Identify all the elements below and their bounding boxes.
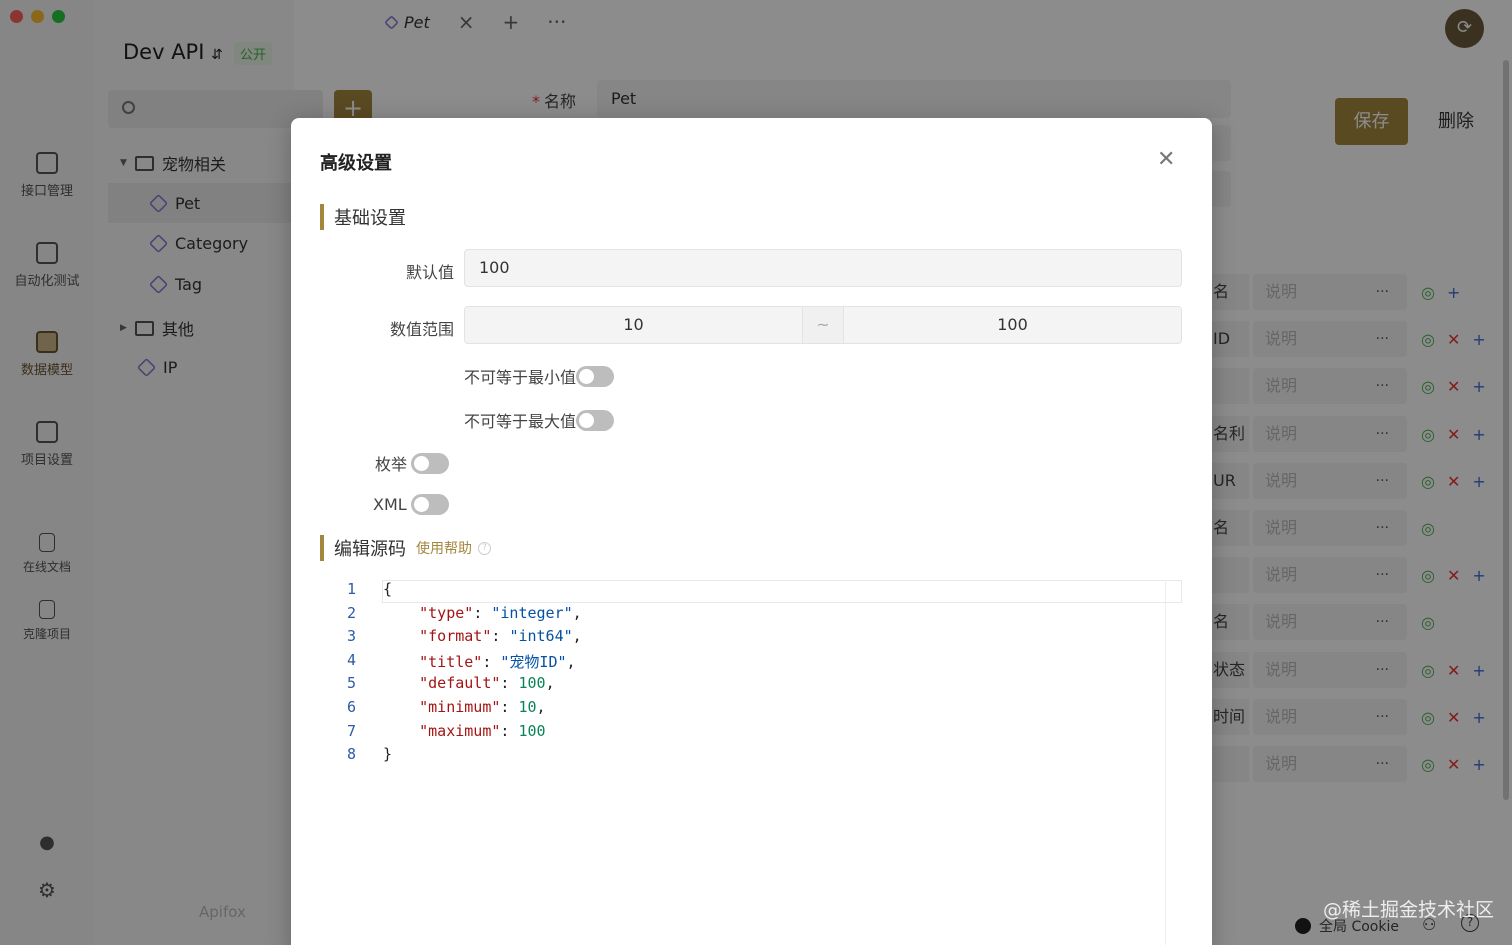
json-key: "minimum" [419,698,501,716]
enum-label: 枚举 [375,455,408,474]
json-punct [383,722,419,740]
exclusive-min-row: 不可等于最小值 [464,364,615,388]
line-number: 4 [346,650,356,669]
active-line-highlight [382,580,1182,603]
exclusive-max-label: 不可等于最大值 [464,412,577,431]
json-punct: : [500,698,519,716]
json-punct: : [473,603,492,622]
code-line: 3 "format": "int64", [320,627,582,651]
json-string: "宠物ID" [500,652,567,671]
json-punct: } [383,745,393,764]
code-editor[interactable]: 1{2 "type": "integer", 3 "format": "int64… [320,580,1182,945]
json-punct [383,698,419,716]
json-string: "int64" [509,627,573,646]
range-input: 10 ~ 100 [464,306,1182,344]
basic-settings-heading: 基础设置 [320,204,406,230]
range-min-input[interactable]: 10 [465,307,802,343]
json-punct: , [545,674,555,693]
json-key: "maximum" [419,721,501,740]
json-punct: , [572,627,582,646]
enum-row: 枚举 [375,451,450,475]
source-heading: 编辑源码 使用帮助 ? [320,535,491,561]
xml-toggle[interactable] [410,494,449,515]
line-number: 2 [346,603,356,622]
exclusive-max-row: 不可等于最大值 [464,408,615,432]
xml-label: XML [373,495,407,514]
default-value-label: 默认值 [405,263,454,282]
exclusive-min-toggle[interactable] [576,365,615,387]
section-title: 编辑源码 [334,539,406,560]
line-number: 8 [346,745,356,764]
xml-row: XML [373,494,449,515]
json-punct: , [572,603,582,622]
json-key: "type" [419,603,474,622]
json-punct [383,627,419,645]
section-accent-bar [320,535,324,561]
modal-title: 高级设置 [320,153,392,174]
json-string: "integer" [491,603,573,622]
json-punct: : [491,627,510,646]
range-label: 数值范围 [389,320,454,339]
json-punct: : [482,652,501,671]
json-number: 100 [518,674,546,693]
code-text: "minimum": 10, [383,698,546,722]
json-key: "title" [419,652,483,671]
code-line: 2 "type": "integer", [320,604,582,628]
code-text: "maximum": 100 [383,721,546,746]
json-key: "default" [419,674,501,693]
line-number: 6 [346,698,356,716]
json-punct [383,674,419,692]
code-line: 1{ [320,580,392,604]
question-icon[interactable]: ? [478,541,491,555]
advanced-settings-modal: 高级设置 ✕ 基础设置 默认值 100 数值范围 10 ~ 100 不可等于最小… [291,118,1212,945]
exclusive-min-label: 不可等于最小值 [464,368,577,387]
range-max-input[interactable]: 100 [844,307,1181,343]
code-text: "format": "int64", [383,627,582,651]
range-separator: ~ [802,307,844,343]
json-punct [383,653,419,671]
default-value-input[interactable]: 100 [464,249,1182,287]
code-line: 7 "maximum": 100 [320,722,546,746]
code-text: "type": "integer", [383,604,582,628]
code-line: 4 "title": "宠物ID", [320,651,576,675]
section-title: 基础设置 [334,208,406,229]
json-number: 10 [518,698,537,716]
json-punct [383,604,419,622]
json-punct: : [500,721,519,740]
exclusive-max-toggle[interactable] [576,409,615,431]
line-number: 1 [346,580,356,598]
json-number: 100 [518,721,546,740]
json-punct: : [500,674,519,693]
code-line: 5 "default": 100, [320,674,555,698]
code-text: "title": "宠物ID", [383,651,576,675]
line-number: 7 [346,721,356,740]
json-punct: { [383,580,393,598]
editor-ruler [1165,580,1166,945]
section-accent-bar [320,204,324,230]
help-link[interactable]: 使用帮助 [416,538,472,558]
line-number: 5 [346,674,356,693]
close-icon[interactable]: ✕ [1157,149,1175,171]
enum-toggle[interactable] [411,452,450,474]
json-punct: , [536,698,546,716]
line-number: 3 [346,627,356,646]
code-line: 8} [320,745,392,769]
watermark-text: @稀土掘金技术社区 [1323,899,1495,921]
json-key: "format" [419,627,492,646]
code-text: } [383,745,392,769]
code-text: { [383,580,392,604]
code-text: "default": 100, [383,674,555,698]
json-punct: , [566,652,576,671]
code-line: 6 "minimum": 10, [320,698,546,722]
